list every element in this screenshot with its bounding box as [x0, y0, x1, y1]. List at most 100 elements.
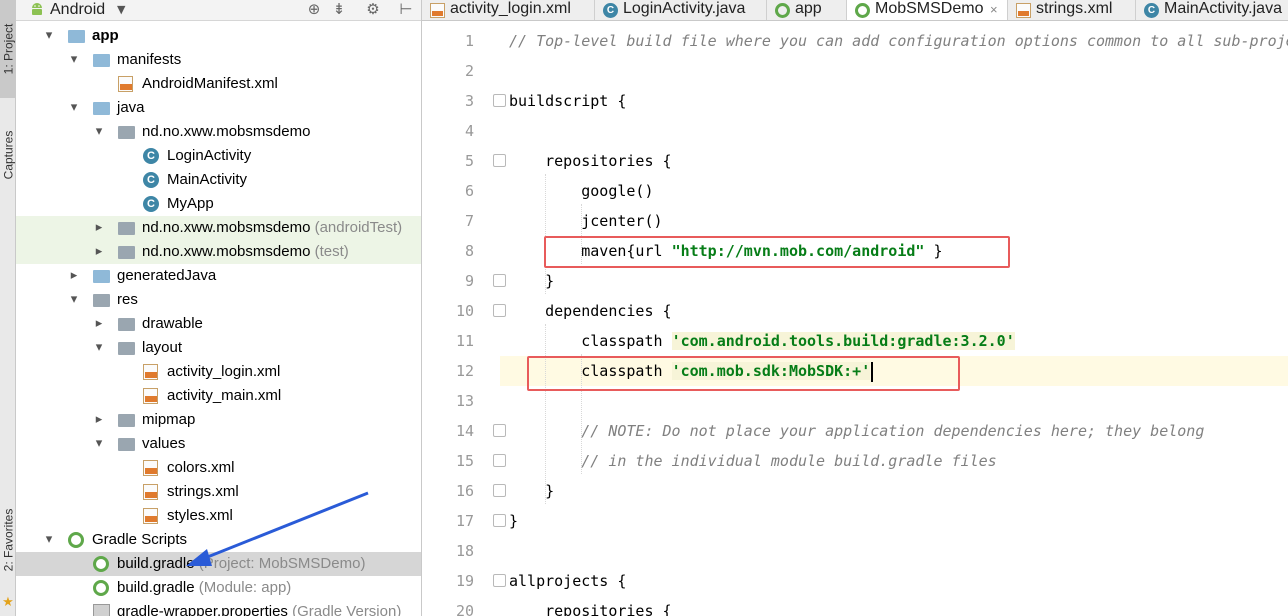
- chevron-down-icon[interactable]: ▾: [68, 290, 80, 308]
- tree-item-name: res: [117, 291, 138, 308]
- tree-item[interactable]: ▸ drawable: [16, 312, 421, 336]
- line-number: 14: [455, 422, 474, 440]
- tree-item[interactable]: ▸ nd.no.xww.mobsmsdemo (test): [16, 240, 421, 264]
- tree-item[interactable]: ▸ nd.no.xww.mobsmsdemo (androidTest): [16, 216, 421, 240]
- tree-item-label: mipmap: [142, 411, 195, 428]
- code-line[interactable]: classpath 'com.android.tools.build:gradl…: [509, 326, 1015, 356]
- fold-marker-icon[interactable]: [493, 94, 506, 107]
- tree-item[interactable]: ▾ res: [16, 288, 421, 312]
- tree-item[interactable]: build.gradle (Module: app): [16, 576, 421, 600]
- code-line[interactable]: jcenter(): [509, 206, 663, 236]
- code-line[interactable]: }: [509, 476, 554, 506]
- fold-marker-icon[interactable]: [493, 454, 506, 467]
- chevron-right-icon[interactable]: ▸: [93, 314, 105, 332]
- tree-item[interactable]: AndroidManifest.xml: [16, 72, 421, 96]
- code-text: // in the individual module build.gradle…: [509, 452, 997, 470]
- tree-item-label: layout: [142, 339, 182, 356]
- tree-item-label: nd.no.xww.mobsmsdemo (androidTest): [142, 219, 402, 236]
- tree-item[interactable]: C MyApp: [16, 192, 421, 216]
- fold-marker-icon[interactable]: [493, 484, 506, 497]
- chevron-right-icon[interactable]: ▸: [93, 242, 105, 260]
- tree-item-label: activity_main.xml: [167, 387, 281, 404]
- chevron-down-icon[interactable]: ▾: [43, 26, 55, 44]
- chevron-down-icon[interactable]: ▾: [93, 122, 105, 140]
- tree-item-name: colors.xml: [167, 459, 235, 476]
- tree-item-name: drawable: [142, 315, 203, 332]
- chevron-down-icon[interactable]: ▾: [93, 434, 105, 452]
- chevron-down-icon[interactable]: ▾: [68, 98, 80, 116]
- tree-item[interactable]: ▾ java: [16, 96, 421, 120]
- chevron-down-icon[interactable]: ▾: [93, 338, 105, 356]
- line-number: 16: [455, 482, 474, 500]
- code-line[interactable]: // NOTE: Do not place your application d…: [509, 416, 1204, 446]
- code-line[interactable]: allprojects {: [509, 566, 626, 596]
- tree-item[interactable]: build.gradle (Project: MobSMSDemo): [16, 552, 421, 576]
- tree-item[interactable]: ▾ app: [16, 24, 421, 48]
- fold-marker-icon[interactable]: [493, 514, 506, 527]
- code-line[interactable]: // in the individual module build.gradle…: [509, 446, 997, 476]
- tree-item[interactable]: ▸ generatedJava: [16, 264, 421, 288]
- tree-item[interactable]: C LoginActivity: [16, 144, 421, 168]
- captures-tool-tab-label: Captures: [1, 130, 16, 180]
- code-text: jcenter(): [509, 212, 663, 230]
- code-text: // Top-level build file where you can ad…: [509, 32, 1288, 50]
- tree-item[interactable]: styles.xml: [16, 504, 421, 528]
- chevron-down-icon[interactable]: ▼: [117, 3, 125, 16]
- tree-item[interactable]: ▸ mipmap: [16, 408, 421, 432]
- project-toolbar: Android ▼ ⊕ ⇟ ⚙ ⊢: [16, 0, 421, 21]
- crosshair-icon[interactable]: ⊕: [304, 0, 324, 20]
- chevron-right-icon[interactable]: ▸: [68, 266, 80, 284]
- project-view-selector[interactable]: Android: [50, 1, 105, 19]
- chevron-down-icon[interactable]: ▾: [68, 50, 80, 68]
- fold-marker-icon[interactable]: [493, 274, 506, 287]
- tree-item[interactable]: ▾ nd.no.xww.mobsmsdemo: [16, 120, 421, 144]
- gear-icon[interactable]: ⚙: [363, 0, 383, 20]
- tree-item[interactable]: strings.xml: [16, 480, 421, 504]
- editor-tab[interactable]: strings.xml: [1008, 0, 1136, 20]
- chevron-down-icon[interactable]: ▾: [43, 530, 55, 548]
- tree-item[interactable]: ▾ Gradle Scripts: [16, 528, 421, 552]
- code-line[interactable]: google(): [509, 176, 653, 206]
- fold-marker-icon[interactable]: [493, 154, 506, 167]
- line-number: 4: [464, 122, 474, 140]
- fold-marker-icon[interactable]: [493, 424, 506, 437]
- editor-tab[interactable]: app: [767, 0, 847, 20]
- code-editor[interactable]: 1 2 3 4 5 6 7 8 9 10 11 12 13 14 15 16 17 18 19 20 // Top-l…: [422, 22, 1288, 616]
- tree-item[interactable]: colors.xml: [16, 456, 421, 480]
- chevron-right-icon[interactable]: ▸: [93, 218, 105, 236]
- tree-item-name: layout: [142, 339, 183, 356]
- xml-file-icon: [143, 508, 158, 524]
- hide-panel-icon[interactable]: ⊢: [396, 0, 416, 20]
- editor-tab[interactable]: C LoginActivity.java: [595, 0, 767, 20]
- editor-tab-label: app: [795, 0, 822, 17]
- fold-marker-icon[interactable]: [493, 304, 506, 317]
- project-tool-tab[interactable]: 1: Project: [0, 0, 16, 98]
- tree-item[interactable]: activity_login.xml: [16, 360, 421, 384]
- editor-tab[interactable]: MobSMSDemo ×: [847, 0, 1008, 20]
- favorites-tool-tab[interactable]: 2: Favorites: [0, 490, 16, 590]
- tree-item[interactable]: ▾ layout: [16, 336, 421, 360]
- code-line[interactable]: repositories {: [509, 146, 671, 176]
- tree-item[interactable]: activity_main.xml: [16, 384, 421, 408]
- code-line[interactable]: }: [509, 266, 554, 296]
- gradle-icon: [775, 3, 790, 18]
- code-line[interactable]: repositories {: [509, 596, 671, 616]
- close-icon[interactable]: ×: [990, 2, 998, 17]
- code-line[interactable]: dependencies {: [509, 296, 671, 326]
- gradle-icon: [93, 580, 109, 596]
- tree-item[interactable]: ▾ values: [16, 432, 421, 456]
- code-line[interactable]: // Top-level build file where you can ad…: [509, 26, 1288, 56]
- tree-item[interactable]: ▾ manifests: [16, 48, 421, 72]
- annotation-box-classpath: [527, 356, 960, 391]
- collapse-all-icon[interactable]: ⇟: [329, 0, 349, 20]
- code-line[interactable]: }: [509, 506, 518, 536]
- tree-item[interactable]: gradle-wrapper.properties (Gradle Versio…: [16, 600, 421, 616]
- editor-tab[interactable]: activity_login.xml: [422, 0, 595, 20]
- chevron-right-icon[interactable]: ▸: [93, 410, 105, 428]
- editor-tab[interactable]: C MainActivity.java: [1136, 0, 1288, 20]
- class-icon: C: [143, 172, 159, 188]
- captures-tool-tab[interactable]: Captures: [0, 110, 16, 200]
- fold-marker-icon[interactable]: [493, 574, 506, 587]
- tree-item[interactable]: C MainActivity: [16, 168, 421, 192]
- code-line[interactable]: buildscript {: [509, 86, 626, 116]
